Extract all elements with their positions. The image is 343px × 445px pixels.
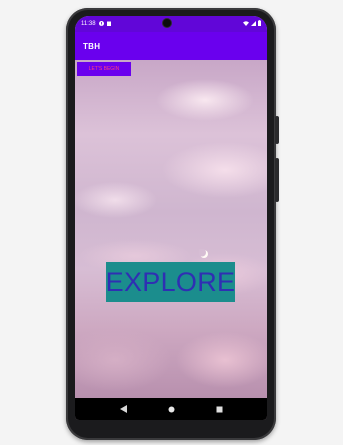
signal-icon xyxy=(251,20,256,28)
phone-screen: 11:38 TBH LET'S BEGIN EXPLORE xyxy=(75,16,267,420)
lets-begin-button[interactable]: LET'S BEGIN xyxy=(77,62,131,76)
phone-frame: 11:38 TBH LET'S BEGIN EXPLORE xyxy=(66,8,279,440)
status-right xyxy=(243,20,261,28)
status-bar: 11:38 xyxy=(75,16,267,32)
recent-apps-icon[interactable] xyxy=(216,400,223,418)
notification-icon xyxy=(106,21,111,28)
main-content: LET'S BEGIN EXPLORE xyxy=(75,60,267,398)
back-icon[interactable] xyxy=(119,400,127,418)
home-icon[interactable] xyxy=(168,400,175,418)
explore-button[interactable]: EXPLORE xyxy=(106,262,235,302)
app-title: TBH xyxy=(83,41,101,51)
crescent-moon-icon xyxy=(198,246,209,258)
wifi-icon xyxy=(243,20,249,28)
status-time: 11:38 xyxy=(81,21,96,27)
status-left: 11:38 xyxy=(81,20,111,28)
app-bar: TBH xyxy=(75,32,267,60)
volume-button xyxy=(275,158,279,202)
power-button xyxy=(275,116,279,144)
navigation-bar xyxy=(75,398,267,420)
alert-icon xyxy=(98,20,104,28)
battery-icon xyxy=(258,20,261,28)
front-camera xyxy=(163,19,171,27)
